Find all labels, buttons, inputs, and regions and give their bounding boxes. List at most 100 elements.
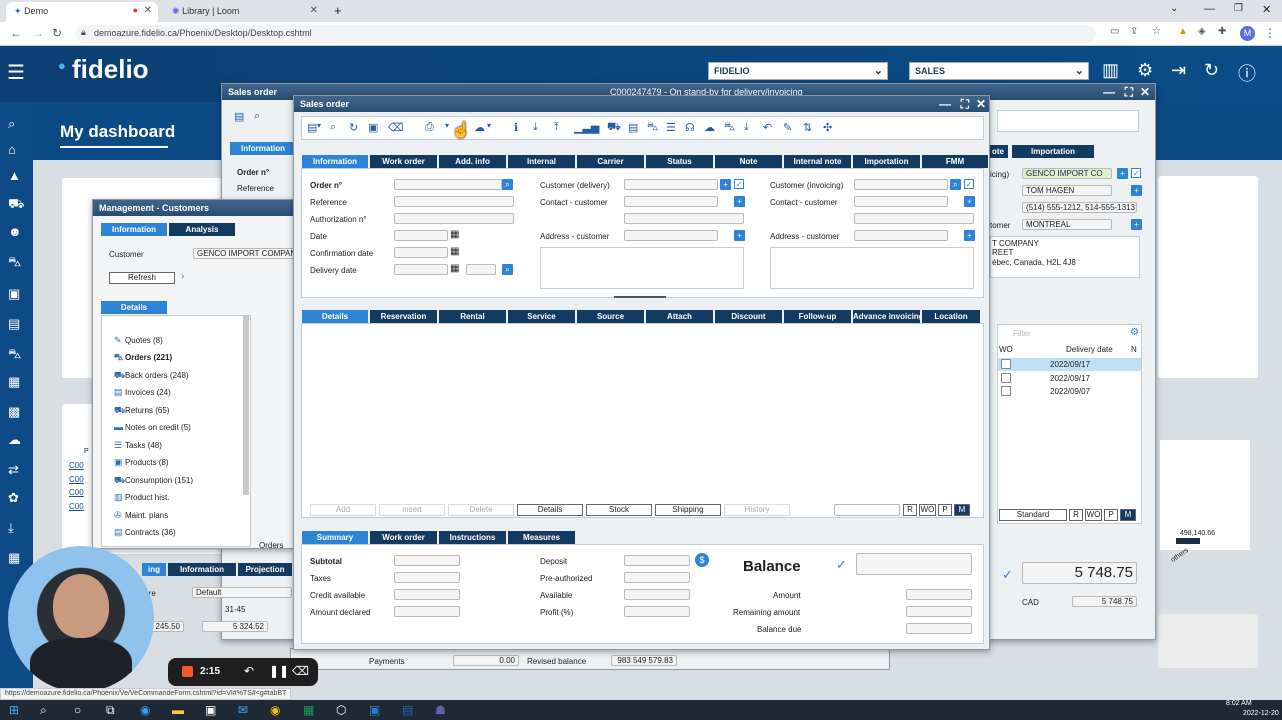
grid-filter-field[interactable]: [834, 504, 900, 516]
close-tab-icon[interactable]: ✕: [310, 5, 318, 16]
list-item-back-orders[interactable]: ⛟Back orders (248): [114, 370, 189, 382]
wo-button[interactable]: WO: [919, 504, 936, 516]
chat-icon[interactable]: ☁: [8, 432, 21, 448]
download-icon[interactable]: ⤓: [533, 121, 538, 134]
info-icon[interactable]: ℹ: [514, 121, 518, 134]
minimize-icon[interactable]: —: [1103, 85, 1115, 99]
balance-due-field[interactable]: [906, 623, 972, 634]
credit-available-field[interactable]: [394, 589, 460, 600]
pre-authorized-field[interactable]: [624, 572, 690, 583]
row-checkbox[interactable]: [1001, 359, 1011, 369]
bar-chart-icon[interactable]: ▥: [1102, 60, 1119, 81]
logout-icon[interactable]: ⇥: [1171, 60, 1186, 81]
add-icon[interactable]: +: [1131, 185, 1142, 196]
refresh-icon[interactable]: ↻: [349, 121, 358, 134]
customer-delivery-field[interactable]: [624, 179, 718, 190]
customer-delivery-checkbox[interactable]: ✓: [734, 179, 744, 189]
module-select[interactable]: SALES ⌄: [909, 62, 1089, 80]
calendar-icon[interactable]: ▦: [450, 263, 459, 274]
add-icon[interactable]: +: [964, 230, 975, 241]
tab-attach[interactable]: Attach: [646, 310, 713, 323]
cart-icon[interactable]: ⛍: [8, 346, 21, 364]
maximize-icon[interactable]: ⛶: [961, 97, 969, 112]
word-icon[interactable]: ▤: [402, 703, 413, 717]
tab-status[interactable]: Status: [646, 155, 713, 168]
authorization-field[interactable]: [394, 213, 514, 224]
p-button[interactable]: P: [1104, 509, 1118, 521]
history-button[interactable]: History: [724, 504, 790, 516]
gear-icon[interactable]: ⚙: [1137, 60, 1153, 81]
hamburger-menu-icon[interactable]: ☰: [7, 60, 25, 85]
add-button[interactable]: Add: [310, 504, 376, 516]
forward-arrow-icon[interactable]: →: [32, 26, 44, 40]
outlook-icon[interactable]: ▣: [369, 703, 380, 717]
m-button[interactable]: M: [1120, 509, 1136, 521]
tab-summary[interactable]: Summary: [302, 531, 368, 544]
tab-information[interactable]: Information: [101, 223, 167, 236]
customer-invoicing-field[interactable]: GENCO IMPORT CO: [1022, 168, 1112, 179]
tab-information[interactable]: Information: [302, 155, 368, 168]
building-icon[interactable]: ▩: [8, 404, 20, 420]
tab-work-order[interactable]: Work order: [370, 155, 437, 168]
customer-invoicing-checkbox[interactable]: ✓: [964, 179, 974, 189]
tab-fmm[interactable]: FMM: [922, 155, 988, 168]
list-item-contracts[interactable]: ▤ Contracts (36): [114, 527, 176, 538]
list-icon[interactable]: ☰: [666, 121, 676, 134]
address-customer-field[interactable]: [854, 230, 948, 241]
bookmark-star-icon[interactable]: ☆: [1152, 26, 1161, 37]
printer-icon[interactable]: ⎙: [425, 121, 434, 134]
browser-tab-loom[interactable]: ✺ Library | Loom ✕: [164, 2, 324, 22]
standard-button[interactable]: Standard: [999, 509, 1067, 521]
customer-field[interactable]: GENCO IMPORT COMPANY: [193, 248, 296, 259]
tab-analysis[interactable]: Analysis: [169, 223, 235, 236]
add-icon[interactable]: +: [1131, 219, 1142, 230]
chart-icon[interactable]: ▲: [8, 168, 21, 183]
share-icon[interactable]: ⇪: [1130, 26, 1138, 37]
grid-icon[interactable]: ▦: [8, 550, 20, 566]
list-item-returns[interactable]: ⛟Returns (65): [114, 405, 169, 417]
tab-importation[interactable]: Importation: [853, 155, 920, 168]
close-icon[interactable]: ✕: [1140, 85, 1150, 99]
tab-add-info[interactable]: Add. info: [439, 155, 506, 168]
calendar-icon[interactable]: ▦: [450, 246, 459, 257]
pen-icon[interactable]: ✎: [783, 121, 792, 134]
restart-icon[interactable]: ↶: [244, 664, 254, 678]
r-button[interactable]: R: [903, 504, 917, 516]
list-item-tasks[interactable]: ☰ Tasks (48): [114, 440, 162, 451]
payments-field[interactable]: 0.00: [453, 655, 519, 666]
amount-field[interactable]: [906, 589, 972, 600]
file-explorer-icon[interactable]: ▬: [172, 703, 184, 717]
contact-field[interactable]: TOM HAGEN: [1022, 185, 1112, 196]
trash-icon[interactable]: ⌫: [388, 121, 404, 134]
value-field[interactable]: 5 324.52: [202, 621, 268, 632]
search-icon[interactable]: ⌕: [40, 703, 47, 718]
contact-customer-field[interactable]: [854, 196, 948, 207]
dash-table-row[interactable]: C00: [69, 475, 84, 484]
checked-checkbox[interactable]: ✓: [1131, 168, 1141, 178]
add-icon[interactable]: +: [964, 196, 975, 207]
chevron-right-icon[interactable]: ›: [181, 271, 184, 282]
undo-icon[interactable]: ↶: [763, 121, 772, 134]
r-button[interactable]: R: [1069, 509, 1083, 521]
search-icon[interactable]: ⌕: [330, 121, 336, 134]
remaining-amount-field[interactable]: [906, 606, 972, 617]
lookup-icon[interactable]: ⌕: [502, 264, 513, 275]
tab-information-2[interactable]: Information: [168, 563, 236, 576]
invoicing-address-box[interactable]: [770, 247, 974, 289]
delivery-time-field[interactable]: [466, 264, 496, 275]
table-row[interactable]: 2022/09/17: [998, 372, 1141, 385]
chat-icon[interactable]: ☁: [704, 121, 715, 134]
widgets-icon[interactable]: ⧉: [106, 703, 115, 718]
app-icon[interactable]: ⬡: [336, 703, 346, 717]
contact-customer-field[interactable]: [624, 196, 718, 207]
confirmation-date-field[interactable]: [394, 247, 448, 258]
search-icon[interactable]: ⌕: [254, 110, 260, 123]
profile-avatar[interactable]: M: [1240, 26, 1255, 41]
save-icon[interactable]: ▣: [368, 121, 378, 134]
add-icon[interactable]: +: [734, 230, 745, 241]
delivery-address-box[interactable]: [540, 247, 744, 289]
tab-advance-invoicing[interactable]: Advance invoicing: [853, 310, 920, 323]
users-icon[interactable]: ☻: [8, 224, 22, 239]
tab-importation[interactable]: Importation: [1012, 145, 1094, 158]
total-small-field[interactable]: 5 748.75: [1072, 596, 1137, 607]
